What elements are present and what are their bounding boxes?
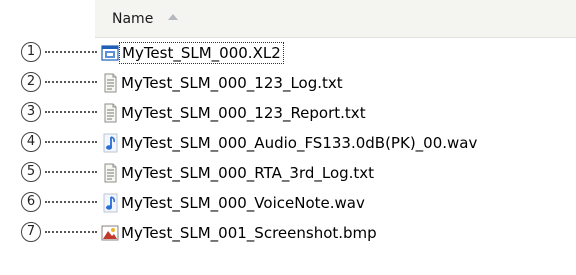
- file-name[interactable]: MyTest_SLM_000_Audio_FS133.0dB(PK)_00.wa…: [119, 133, 479, 153]
- callout-number: 7: [21, 222, 41, 242]
- file-row[interactable]: 2 MyTest_SLM_000_123_Log.txt: [0, 69, 576, 99]
- callout-leader-line: [45, 231, 97, 233]
- file-name[interactable]: MyTest_SLM_000_123_Log.txt: [119, 73, 345, 93]
- audio-file-icon[interactable]: [101, 133, 119, 153]
- text-file-icon[interactable]: [101, 163, 119, 183]
- file-name[interactable]: MyTest_SLM_000_RTA_3rd_Log.txt: [119, 163, 376, 183]
- file-list: 1 MyTest_SLM_000.XL2 2 MyTest_SLM_000_123_L…: [0, 0, 576, 275]
- callout-number: 6: [21, 192, 41, 212]
- file-name[interactable]: MyTest_SLM_001_Screenshot.bmp: [119, 223, 379, 243]
- file-row[interactable]: 5 MyTest_SLM_000_RTA_3rd_Log.txt: [0, 159, 576, 189]
- callout-number: 4: [21, 132, 41, 152]
- file-row[interactable]: 4 MyTest_SLM_000_Audio_FS133.0dB(PK)_00.w…: [0, 129, 576, 159]
- callout-leader-line: [45, 171, 97, 173]
- callout-leader-line: [45, 81, 97, 83]
- callout-number: 1: [21, 42, 41, 62]
- file-row[interactable]: 1 MyTest_SLM_000.XL2: [0, 39, 576, 69]
- audio-file-icon[interactable]: [101, 193, 119, 213]
- callout-leader-line: [45, 141, 97, 143]
- callout-number: 3: [21, 102, 41, 122]
- file-name[interactable]: MyTest_SLM_000_VoiceNote.wav: [119, 193, 367, 213]
- callout-number: 2: [21, 72, 41, 92]
- image-file-icon[interactable]: [101, 223, 119, 243]
- text-file-icon[interactable]: [101, 103, 119, 123]
- xl2-file-icon[interactable]: [101, 43, 119, 63]
- text-file-icon[interactable]: [101, 73, 119, 93]
- callout-leader-line: [45, 51, 97, 53]
- callout-number: 5: [21, 162, 41, 182]
- file-row[interactable]: 7 MyTest_SLM_001_Screenshot.bmp: [0, 219, 576, 249]
- callout-leader-line: [45, 201, 97, 203]
- file-name[interactable]: MyTest_SLM_000.XL2: [119, 42, 284, 64]
- file-row[interactable]: 6 MyTest_SLM_000_VoiceNote.wav: [0, 189, 576, 219]
- callout-leader-line: [45, 111, 97, 113]
- file-row[interactable]: 3 MyTest_SLM_000_123_Report.txt: [0, 99, 576, 129]
- file-name[interactable]: MyTest_SLM_000_123_Report.txt: [119, 103, 368, 123]
